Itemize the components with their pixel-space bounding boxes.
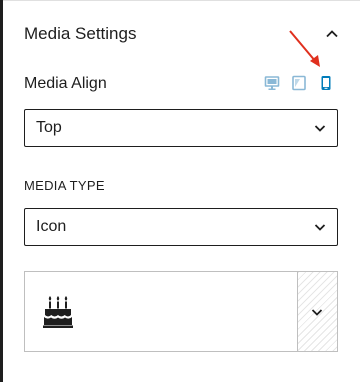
media-align-label: Media Align [24, 75, 107, 92]
device-mobile-button[interactable] [316, 72, 336, 94]
panel-title: Media Settings [24, 24, 137, 43]
desktop-icon [264, 76, 280, 90]
media-align-value: Top [36, 119, 62, 136]
chevron-down-icon [311, 309, 323, 316]
mobile-icon [321, 76, 331, 90]
icon-picker-toggle-button[interactable] [298, 272, 337, 351]
chevron-down-icon [314, 125, 326, 132]
chevron-up-icon [326, 30, 338, 38]
icon-preview[interactable] [25, 272, 298, 351]
annotation-arrow [289, 30, 320, 67]
icon-picker [24, 271, 338, 352]
chevron-down-icon [314, 224, 326, 231]
panel-top-divider [3, 0, 360, 1]
media-align-select[interactable]: Top [24, 109, 338, 147]
media-type-label: MEDIA TYPE [24, 178, 105, 193]
media-type-select[interactable]: Icon [24, 208, 338, 246]
birthday-cake-icon [43, 296, 73, 328]
device-tablet-button[interactable] [289, 72, 309, 94]
media-type-value: Icon [36, 218, 67, 235]
panel-left-border [0, 0, 3, 382]
responsive-device-switcher [262, 72, 336, 94]
device-desktop-button[interactable] [262, 72, 282, 94]
tablet-icon [292, 75, 306, 91]
